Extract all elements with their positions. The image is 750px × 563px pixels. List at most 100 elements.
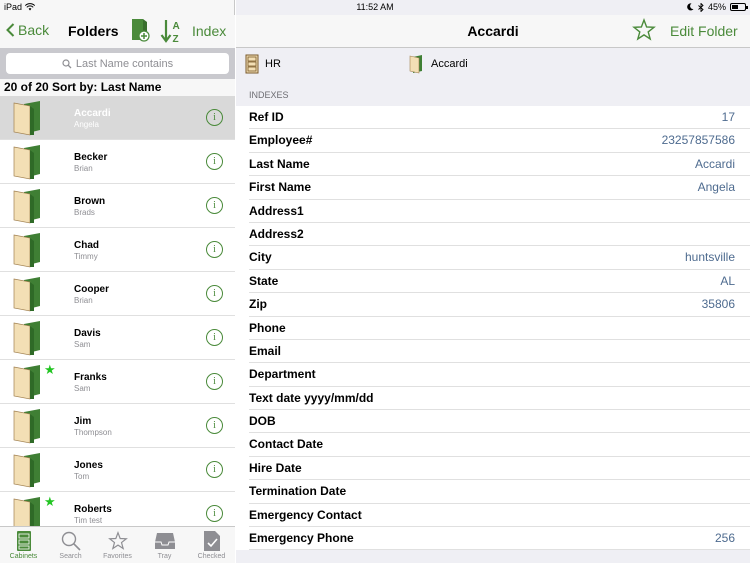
status-bar-right: 11:52 AM 45% <box>0 0 750 15</box>
index-row[interactable]: Emergency Phone 256 <box>249 527 750 551</box>
folder-icon <box>12 408 44 444</box>
index-row[interactable]: Zip 35806 <box>249 293 750 317</box>
index-row[interactable]: Text date yyyy/mm/dd <box>249 387 750 411</box>
folder-row[interactable]: Cooper Brian i <box>0 272 235 316</box>
index-row[interactable]: Phone <box>249 317 750 340</box>
index-label: First Name <box>249 180 312 195</box>
folder-row[interactable]: Accardi Angela i <box>0 96 235 140</box>
folder-list: Accardi Angela i Becker Brian i Brown Brads i Cha… <box>0 96 235 526</box>
folder-name: Davis <box>74 328 101 339</box>
index-row[interactable]: City huntsville <box>249 246 750 270</box>
moon-icon <box>687 3 694 11</box>
checked-doc-icon <box>188 529 235 553</box>
index-label: Last Name <box>249 156 310 171</box>
index-label: Employee# <box>249 133 313 148</box>
folder-subtitle: Tim test <box>74 516 103 525</box>
favorite-star-icon[interactable] <box>632 18 656 42</box>
index-row[interactable]: Contact Date <box>249 433 750 457</box>
info-icon[interactable]: i <box>206 241 223 258</box>
index-button[interactable]: Index <box>192 23 226 39</box>
index-value: Angela <box>697 180 735 195</box>
index-row[interactable]: Emergency Contact <box>249 504 750 528</box>
tab-favorites[interactable]: Favorites <box>94 529 141 560</box>
status-time: 11:52 AM <box>356 2 394 12</box>
folder-row[interactable]: Becker Brian i <box>0 140 235 184</box>
index-value: AL <box>720 273 735 288</box>
index-label: Emergency Phone <box>249 531 354 546</box>
back-button[interactable]: Back <box>6 22 49 38</box>
info-icon[interactable]: i <box>206 153 223 170</box>
add-folder-icon[interactable] <box>130 18 150 42</box>
index-label: Ref ID <box>249 110 284 124</box>
search-bar: Last Name contains <box>0 48 235 79</box>
folder-count-sort-label: 20 of 20 Sort by: Last Name <box>0 79 235 96</box>
index-row[interactable]: First Name Angela <box>249 176 750 200</box>
index-row[interactable]: Hire Date <box>249 457 750 481</box>
folder-name: Brown <box>74 196 106 207</box>
index-label: Email <box>249 343 282 358</box>
index-row[interactable]: Employee# 23257857586 <box>249 129 750 153</box>
info-icon[interactable]: i <box>206 197 223 214</box>
breadcrumb-folder-label: Accardi <box>431 58 468 70</box>
info-icon[interactable]: i <box>206 417 223 434</box>
index-value: 17 <box>721 110 735 124</box>
info-icon[interactable]: i <box>206 329 223 346</box>
index-row[interactable]: Address1 <box>249 200 750 223</box>
folder-row[interactable]: ★ Roberts Tim test i <box>0 492 235 526</box>
breadcrumb-cabinet[interactable]: HR <box>245 54 281 74</box>
tab-label: Search <box>59 553 82 560</box>
folder-subtitle: Sam <box>74 384 91 393</box>
index-label: Contact Date <box>249 437 324 452</box>
svg-text:A: A <box>173 21 180 32</box>
index-row[interactable]: Termination Date <box>249 480 750 504</box>
index-label: Emergency Contact <box>249 507 362 522</box>
index-label: Department <box>249 367 316 382</box>
info-icon[interactable]: i <box>206 285 223 302</box>
index-row[interactable]: State AL <box>249 270 750 294</box>
index-list: Ref ID 17 Employee# 23257857586 Last Name Acc… <box>236 106 750 551</box>
folder-row[interactable]: Brown Brads i <box>0 184 235 228</box>
index-row[interactable]: Department <box>249 363 750 387</box>
folder-icon <box>12 188 44 224</box>
favorite-star-icon: ★ <box>44 494 56 509</box>
index-label: State <box>249 273 279 288</box>
info-icon[interactable]: i <box>206 461 223 478</box>
index-label: Text date yyyy/mm/dd <box>249 390 374 405</box>
folder-row[interactable]: Jim Thompson i <box>0 404 235 448</box>
index-row[interactable]: Email <box>249 340 750 364</box>
tab-search[interactable]: Search <box>47 529 94 560</box>
chevron-left-icon <box>6 23 15 37</box>
folder-icon <box>12 452 44 488</box>
index-row[interactable]: Last Name Accardi <box>249 153 750 177</box>
info-icon[interactable]: i <box>206 505 223 522</box>
search-input[interactable]: Last Name contains <box>6 53 229 74</box>
tab-label: Checked <box>197 553 226 560</box>
folder-detail-pane: 11:52 AM 45% Accardi Edit Folder HR Acca… <box>236 0 750 563</box>
folder-subtitle: Sam <box>74 340 91 349</box>
breadcrumb: HR Accardi <box>236 48 750 82</box>
sort-az-icon[interactable]: A Z <box>160 18 184 44</box>
tab-checked[interactable]: Checked <box>188 529 235 560</box>
folders-title: Folders <box>68 23 119 39</box>
index-label: Address1 <box>249 203 304 218</box>
folder-row[interactable]: Chad Timmy i <box>0 228 235 272</box>
folder-row[interactable]: Davis Sam i <box>0 316 235 360</box>
breadcrumb-folder[interactable]: Accardi <box>409 54 468 74</box>
folder-row[interactable]: Jones Tom i <box>0 448 235 492</box>
edit-folder-button[interactable]: Edit Folder <box>670 23 738 39</box>
info-icon[interactable]: i <box>206 373 223 390</box>
folder-row[interactable]: ★ Franks Sam i <box>0 360 235 404</box>
index-row[interactable]: Address2 <box>249 223 750 247</box>
tab-cabinets[interactable]: Cabinets <box>0 529 47 560</box>
index-value: 256 <box>714 531 735 546</box>
info-icon[interactable]: i <box>206 109 223 126</box>
folder-name: Accardi <box>74 108 111 119</box>
index-row[interactable]: Ref ID 17 <box>249 106 750 130</box>
folder-icon <box>12 276 44 312</box>
index-value: 35806 <box>701 297 735 312</box>
indexes-section-header: INDEXES <box>249 90 289 100</box>
index-row[interactable]: DOB <box>249 410 750 434</box>
folder-icon <box>12 100 44 136</box>
tab-tray[interactable]: Tray <box>141 529 188 560</box>
index-label: Hire Date <box>249 460 302 475</box>
